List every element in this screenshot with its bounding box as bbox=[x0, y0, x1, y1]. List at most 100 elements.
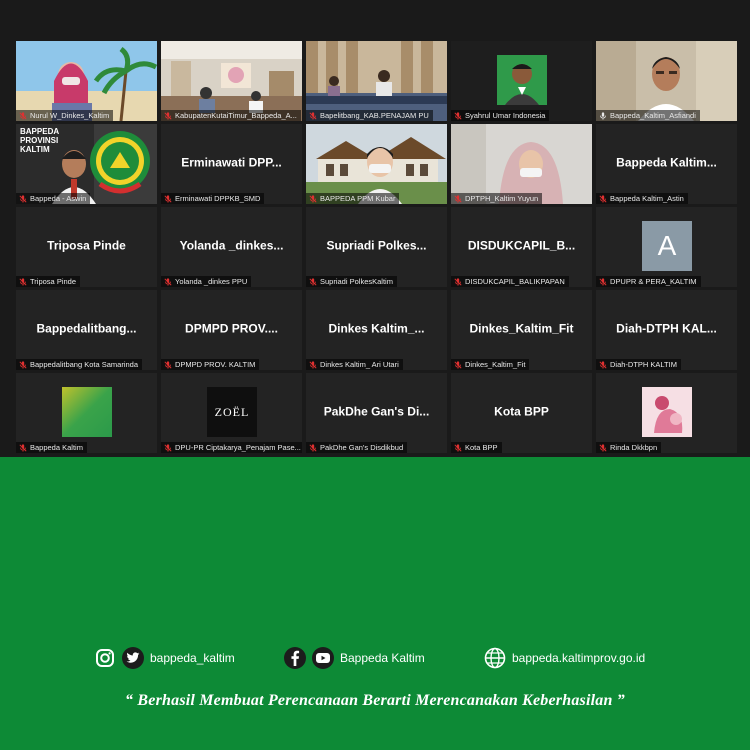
participant-nameplate: KabupatenKutaiTimur_Bappeda_A... bbox=[161, 110, 301, 121]
mic-muted-icon bbox=[599, 360, 607, 369]
social-page-name[interactable]: Bappeda Kaltim bbox=[340, 651, 425, 665]
participant-tile[interactable]: Bappedalitbang... Bappedalitbang Kota Sam… bbox=[16, 290, 157, 370]
avatar-logo-text: ZOËL bbox=[214, 404, 250, 419]
avatar bbox=[16, 373, 157, 453]
participant-name: DISDUKCAPIL_BALIKPAPAN bbox=[465, 277, 565, 286]
participant-display-name: Bappeda Kaltim... bbox=[616, 155, 717, 170]
participant-name: PakDhe Gan's Disdikbud bbox=[320, 443, 404, 452]
participant-tile[interactable]: Erminawati DPP... Erminawati DPPKB_SMD bbox=[161, 124, 302, 204]
participant-nameplate: Bappeda - Aswin bbox=[16, 193, 91, 204]
participant-name: Dinkes_Kaltim_Fit bbox=[465, 360, 526, 369]
participant-tile[interactable]: PakDhe Gan's Di... PakDhe Gan's Disdikbud bbox=[306, 373, 447, 453]
participant-display-name: DISDUKCAPIL_B... bbox=[467, 238, 576, 253]
participant-display-name: Yolanda _dinkes... bbox=[179, 238, 284, 253]
mic-muted-icon bbox=[309, 360, 317, 369]
participant-nameplate: Supriadi PolkesKaltim bbox=[306, 276, 397, 287]
mic-muted-icon bbox=[454, 443, 462, 452]
participant-tile[interactable]: BAPPEDA PROVINSI KALTIM Bappeda - Aswin bbox=[16, 124, 157, 204]
participant-name: Rinda Dkkbpn bbox=[610, 443, 658, 452]
participant-tile[interactable]: A DPUPR & PERA_KALTIM bbox=[596, 207, 737, 287]
mic-muted-icon bbox=[454, 277, 462, 286]
instagram-icon[interactable] bbox=[94, 647, 116, 669]
participant-tile[interactable]: Yolanda _dinkes... Yolanda _dinkes PPU bbox=[161, 207, 302, 287]
participant-tile[interactable]: Diah-DTPH KAL... Diah-DTPH KALTIM bbox=[596, 290, 737, 370]
participant-nameplate: Kota BPP bbox=[451, 442, 502, 453]
participant-nameplate: Bappeda_Kaltim_Asfiandi bbox=[596, 110, 700, 121]
mic-muted-icon bbox=[19, 277, 27, 286]
overlay-caption-line: PROVINSI bbox=[20, 136, 59, 145]
participant-video bbox=[161, 41, 302, 121]
mic-muted-icon bbox=[454, 360, 462, 369]
participant-tile[interactable]: Dinkes Kaltim_... Dinkes Kaltim_ Ari Utar… bbox=[306, 290, 447, 370]
participant-tile[interactable]: Triposa Pinde Triposa Pinde bbox=[16, 207, 157, 287]
participant-video bbox=[306, 124, 447, 204]
participant-tile[interactable]: Dinkes_Kaltim_Fit Dinkes_Kaltim_Fit bbox=[451, 290, 592, 370]
social-group-facebook-youtube: Bappeda Kaltim bbox=[284, 645, 425, 671]
participant-name: Supriadi PolkesKaltim bbox=[320, 277, 393, 286]
participant-tile[interactable]: Nurul W_Dinkes_Kaltim bbox=[16, 41, 157, 121]
participant-nameplate: DPU-PR Ciptakarya_Penajam Pase... bbox=[161, 442, 302, 453]
social-handle[interactable]: bappeda_kaltim bbox=[150, 651, 235, 665]
participant-tile[interactable]: Bappeda Kaltim bbox=[16, 373, 157, 453]
mic-muted-icon bbox=[164, 194, 172, 203]
youtube-icon[interactable] bbox=[312, 647, 334, 669]
participant-nameplate: Bappeda Kaltim_Astin bbox=[596, 193, 688, 204]
participant-tile[interactable]: Bappeda_Kaltim_Asfiandi bbox=[596, 41, 737, 121]
participant-tile[interactable]: Bapelitbang_KAB.PENAJAM PU bbox=[306, 41, 447, 121]
participant-name: DPTPH_Kaltim Yuyun bbox=[465, 194, 539, 203]
mic-muted-icon bbox=[164, 111, 172, 120]
participant-tile[interactable]: DPMPD PROV.... DPMPD PROV. KALTIM bbox=[161, 290, 302, 370]
participant-name: Dinkes Kaltim_ Ari Utari bbox=[320, 360, 399, 369]
participant-tile[interactable]: KabupatenKutaiTimur_Bappeda_A... bbox=[161, 41, 302, 121]
participant-nameplate: BAPPEDA PPM Kubar bbox=[306, 193, 400, 204]
participant-tile[interactable]: Syahrul Umar Indonesia bbox=[451, 41, 592, 121]
participant-tile[interactable]: Rinda Dkkbpn bbox=[596, 373, 737, 453]
overlay-caption-line: BAPPEDA bbox=[20, 127, 60, 136]
avatar: A bbox=[642, 221, 692, 271]
participant-tile[interactable]: Kota BPP Kota BPP bbox=[451, 373, 592, 453]
participant-name: BAPPEDA PPM Kubar bbox=[320, 194, 396, 203]
participant-name: KabupatenKutaiTimur_Bappeda_A... bbox=[175, 111, 297, 120]
facebook-icon[interactable] bbox=[284, 647, 306, 669]
participant-name: Triposa Pinde bbox=[30, 277, 76, 286]
tagline: “ Berhasil Membuat Perencanaan Berarti M… bbox=[125, 692, 625, 709]
mic-muted-icon bbox=[164, 443, 172, 452]
participant-name: Bappeda Kaltim_Astin bbox=[610, 194, 684, 203]
participant-nameplate: Diah-DTPH KALTIM bbox=[596, 359, 681, 370]
mic-icon bbox=[599, 111, 607, 120]
twitter-icon[interactable] bbox=[122, 647, 144, 669]
participant-video bbox=[451, 124, 592, 204]
participant-nameplate: Yolanda _dinkes PPU bbox=[161, 276, 252, 287]
mic-muted-icon bbox=[309, 194, 317, 203]
globe-icon bbox=[484, 647, 506, 669]
participant-nameplate: Syahrul Umar Indonesia bbox=[451, 110, 550, 121]
participant-display-name: Dinkes Kaltim_... bbox=[328, 321, 425, 336]
mic-muted-icon bbox=[19, 443, 27, 452]
participant-nameplate: DPUPR & PERA_KALTIM bbox=[596, 276, 701, 287]
participant-nameplate: Bappeda Kaltim bbox=[16, 442, 87, 453]
participant-video bbox=[306, 41, 447, 121]
participant-display-name: Supriadi Polkes... bbox=[326, 238, 427, 253]
participant-nameplate: Bapelitbang_KAB.PENAJAM PU bbox=[306, 110, 433, 121]
participant-name: Bappeda Kaltim bbox=[30, 443, 83, 452]
participant-name: DPMPD PROV. KALTIM bbox=[175, 360, 256, 369]
participant-name: Diah-DTPH KALTIM bbox=[610, 360, 677, 369]
participant-tile[interactable]: DISDUKCAPIL_B... DISDUKCAPIL_BALIKPAPAN bbox=[451, 207, 592, 287]
participant-name: Yolanda _dinkes PPU bbox=[175, 277, 248, 286]
participant-name: Bappedalitbang Kota Samarinda bbox=[30, 360, 138, 369]
participant-tile[interactable]: Supriadi Polkes... Supriadi PolkesKaltim bbox=[306, 207, 447, 287]
participant-display-name: Triposa Pinde bbox=[47, 238, 126, 253]
mic-muted-icon bbox=[19, 194, 27, 203]
avatar bbox=[596, 373, 737, 453]
participant-tile[interactable]: ZOËL DPU-PR Ciptakarya_Penajam Pase... bbox=[161, 373, 302, 453]
social-group-instagram-twitter: bappeda_kaltim bbox=[94, 645, 235, 671]
participant-tile[interactable]: Bappeda Kaltim... Bappeda Kaltim_Astin bbox=[596, 124, 737, 204]
participant-tile[interactable]: DPTPH_Kaltim Yuyun bbox=[451, 124, 592, 204]
participant-display-name: Dinkes_Kaltim_Fit bbox=[469, 321, 574, 336]
participant-nameplate: Erminawati DPPKB_SMD bbox=[161, 193, 265, 204]
website-link[interactable]: bappeda.kaltimprov.go.id bbox=[512, 651, 645, 665]
mic-muted-icon bbox=[19, 360, 27, 369]
mic-muted-icon bbox=[309, 443, 317, 452]
participant-tile[interactable]: BAPPEDA PPM Kubar bbox=[306, 124, 447, 204]
participant-name: DPU-PR Ciptakarya_Penajam Pase... bbox=[175, 443, 301, 452]
